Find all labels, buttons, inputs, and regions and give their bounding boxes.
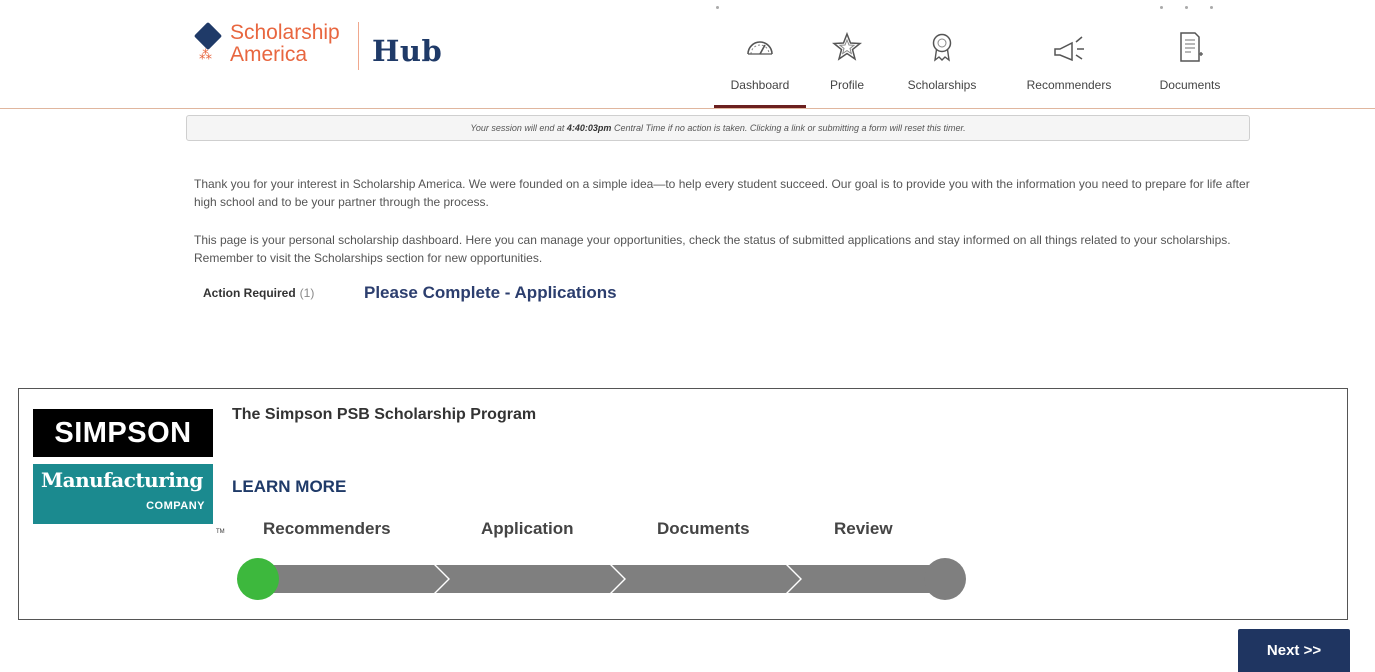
intro-paragraph-1: Thank you for your interest in Scholarsh… [194, 177, 1250, 209]
application-progress-tracker [237, 558, 966, 600]
sponsor-trademark: TM [216, 529, 225, 535]
nav-label-documents: Documents [1159, 78, 1221, 92]
progress-segment-documents [612, 565, 800, 593]
nav-item-profile[interactable]: Profile [816, 30, 878, 108]
logo-name-line2: America [230, 43, 308, 66]
session-end-time: 4:40:03pm [566, 123, 612, 133]
progress-end-circle [924, 558, 966, 600]
action-required-count: (1) [299, 286, 315, 300]
step-label-application: Application [481, 519, 574, 538]
step-label-review: Review [834, 519, 893, 538]
nav-item-recommenders[interactable]: Recommenders [1008, 30, 1130, 108]
star-icon [831, 31, 863, 61]
scholarship-america-logo[interactable]: ⁂ Scholarship America Hub [193, 20, 456, 72]
nav-item-documents[interactable]: Documents [1146, 30, 1234, 108]
nav-label-scholarships: Scholarships [907, 78, 977, 92]
progress-start-circle [237, 558, 279, 600]
session-suffix: Central Time if no action is taken. Clic… [611, 123, 966, 133]
speedometer-icon [747, 41, 773, 55]
step-label-documents: Documents [657, 519, 750, 538]
scholarship-title: The Simpson PSB Scholarship Program [232, 406, 537, 423]
next-button[interactable]: Next >> [1238, 629, 1350, 672]
logo-sparks-icon: ⁂ [199, 47, 212, 62]
learn-more-link[interactable]: LEARN MORE [232, 477, 346, 497]
sponsor-logo-name: SIMPSON [33, 409, 213, 457]
nav-item-scholarships[interactable]: Scholarships [890, 30, 994, 108]
logo-diamond-icon [193, 21, 223, 51]
intro-paragraph-2: This page is your personal scholarship d… [194, 233, 1231, 265]
logo-product-name: Hub [372, 34, 443, 68]
site-header: ⁂ Scholarship America Hub Dashboard Prof… [0, 0, 1375, 109]
nav-label-dashboard: Dashboard [730, 78, 790, 92]
sponsor-logo-subtitle-block: Manufacturing COMPANY [33, 464, 213, 524]
logo-divider [358, 22, 359, 70]
megaphone-icon [1054, 36, 1084, 62]
action-required-row: Action Required (1) Please Complete - App… [203, 283, 617, 302]
document-icon [1180, 32, 1203, 62]
nav-label-profile: Profile [829, 78, 864, 92]
nav-label-recommenders: Recommenders [1026, 78, 1112, 92]
progress-segment-recommenders [260, 565, 448, 593]
logo-name-line1: Scholarship [230, 21, 340, 44]
scholarship-card: SIMPSON Manufacturing COMPANY TM The Sim… [18, 388, 1348, 620]
session-timeout-notice: Your session will end at 4:40:03pm Centr… [186, 115, 1250, 141]
sponsor-logo-line2: Manufacturing [41, 468, 203, 492]
simpson-manufacturing-logo: SIMPSON Manufacturing COMPANY TM [33, 409, 225, 535]
session-prefix: Your session will end at [470, 123, 567, 133]
step-label-recommenders: Recommenders [263, 519, 391, 538]
nav-item-dashboard[interactable]: Dashboard [712, 30, 808, 108]
sponsor-logo-line3: COMPANY [146, 500, 205, 512]
progress-segment-application [436, 565, 624, 593]
active-tab-indicator [714, 105, 806, 108]
action-required-label: Action Required [203, 286, 296, 300]
complete-applications-link[interactable]: Please Complete - Applications [364, 283, 617, 303]
award-ribbon-icon [932, 33, 952, 62]
